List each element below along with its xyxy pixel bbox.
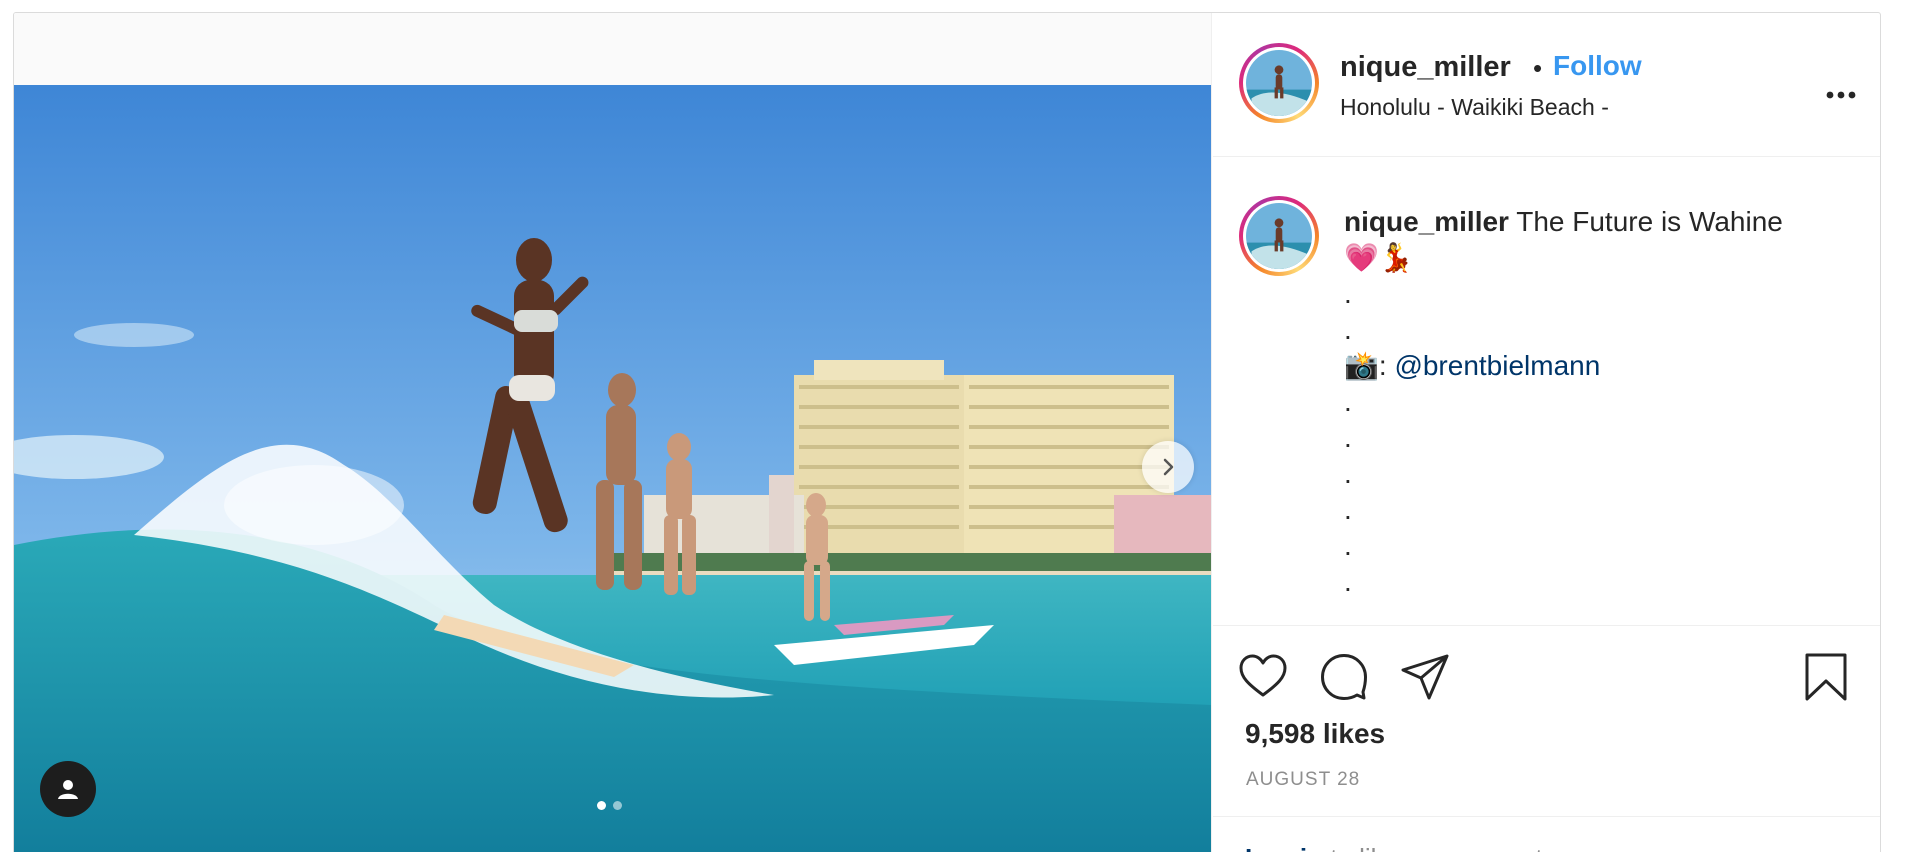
tagged-users-button[interactable] xyxy=(40,761,96,817)
caption-dot: . xyxy=(1344,386,1352,417)
post-photo[interactable] xyxy=(14,85,1211,852)
camera-flash-emoji: 📸 xyxy=(1344,350,1379,381)
profile-avatar[interactable] xyxy=(1239,43,1319,123)
carousel-dot xyxy=(613,801,622,810)
comment-prompt: Log in to like or comment. xyxy=(1245,843,1550,852)
share-paper-plane-icon xyxy=(1401,654,1449,700)
caption-dot: . xyxy=(1344,278,1352,309)
more-options-button[interactable] xyxy=(1821,73,1861,117)
login-link[interactable]: Log in xyxy=(1245,843,1323,852)
post-media xyxy=(14,13,1212,852)
avatar-image xyxy=(1246,50,1312,116)
location-link[interactable]: Honolulu - Waikiki Beach - xyxy=(1340,94,1609,121)
caption-dot: . xyxy=(1344,458,1352,489)
comment-icon xyxy=(1321,654,1367,700)
caption-dot: . xyxy=(1344,422,1352,453)
caption-credit-line: 📸: @brentbielmann xyxy=(1344,348,1864,384)
more-options-icon xyxy=(1826,91,1856,99)
post-date[interactable]: AUGUST 28 xyxy=(1246,769,1360,791)
caption-dot: . xyxy=(1344,314,1352,345)
caption-avatar[interactable] xyxy=(1239,196,1319,276)
caption-username-link[interactable]: nique_miller xyxy=(1344,206,1509,237)
share-button[interactable] xyxy=(1397,649,1453,705)
post-side-panel: nique_miller • Follow Honolulu - Waikiki… xyxy=(1213,13,1880,852)
bookmark-icon xyxy=(1805,653,1847,701)
follow-button[interactable]: Follow xyxy=(1553,50,1642,82)
caption-section: nique_miller The Future is Wahine 💗💃 . .… xyxy=(1213,158,1880,626)
caption-dot: . xyxy=(1344,494,1352,525)
post-actions: 9,598 likes AUGUST 28 xyxy=(1213,627,1880,817)
avatar-photo xyxy=(1246,203,1312,269)
post-header: nique_miller • Follow Honolulu - Waikiki… xyxy=(1213,13,1880,157)
caption-dot: . xyxy=(1344,530,1352,561)
comment-prompt-text: to like or comment. xyxy=(1323,843,1550,852)
carousel-indicator xyxy=(597,801,622,810)
avatar-border xyxy=(1243,200,1315,272)
post-card: nique_miller • Follow Honolulu - Waikiki… xyxy=(13,12,1881,852)
carousel-dot-active xyxy=(597,801,606,810)
credit-separator: : xyxy=(1378,350,1395,381)
avatar-border xyxy=(1243,47,1315,119)
caption-dot: . xyxy=(1344,566,1352,597)
likes-count[interactable]: 9,598 likes xyxy=(1245,718,1385,750)
save-button[interactable] xyxy=(1798,649,1854,705)
caption-emoji-line: 💗💃 xyxy=(1344,242,1414,273)
header-username-link[interactable]: nique_miller xyxy=(1340,51,1511,84)
next-slide-button[interactable] xyxy=(1142,441,1194,493)
caption-first-line: nique_miller The Future is Wahine xyxy=(1344,204,1864,240)
comment-button[interactable] xyxy=(1316,649,1372,705)
surf-photo-image xyxy=(14,85,1211,852)
heart-icon xyxy=(1239,654,1287,697)
avatar-photo xyxy=(1246,50,1312,116)
user-icon xyxy=(58,780,78,799)
like-button[interactable] xyxy=(1235,649,1291,705)
header-separator: • xyxy=(1533,53,1543,83)
caption-text: The Future is Wahine xyxy=(1516,206,1783,237)
avatar-image xyxy=(1246,203,1312,269)
photographer-mention-link[interactable]: @brentbielmann xyxy=(1394,350,1600,381)
chevron-right-icon xyxy=(1163,458,1174,476)
post-caption: nique_miller The Future is Wahine 💗💃 . .… xyxy=(1344,204,1864,600)
